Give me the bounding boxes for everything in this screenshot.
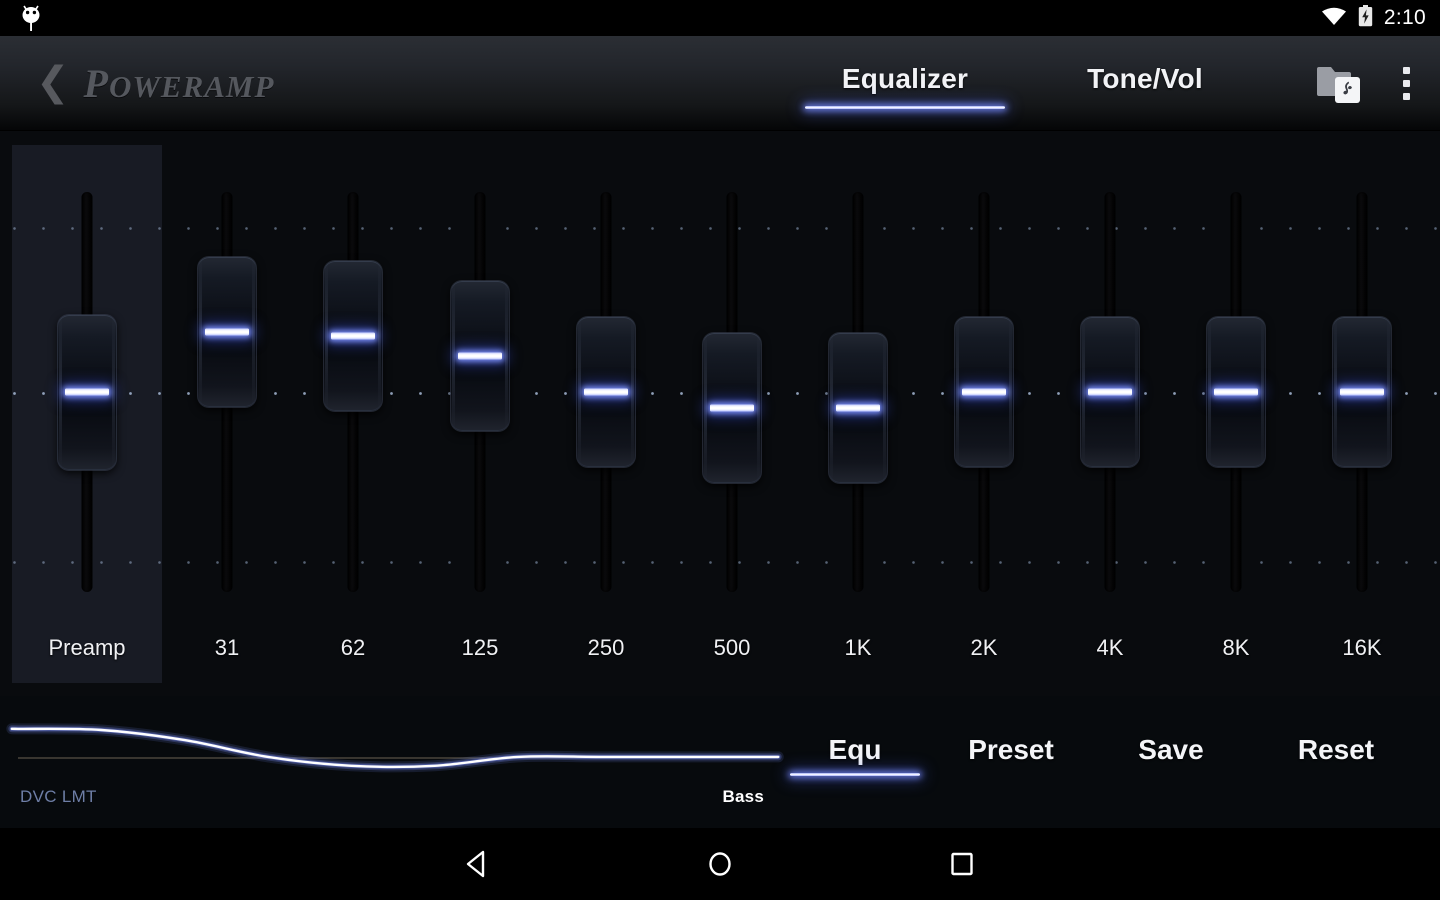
overflow-dot — [1403, 67, 1410, 74]
eq-slider-62[interactable]: 62 — [305, 131, 401, 696]
eq-slider-250[interactable]: 250 — [558, 131, 654, 696]
slider-value-indicator — [710, 404, 754, 412]
slider-thumb[interactable] — [451, 281, 509, 431]
app-logo: POWERAMP — [83, 61, 275, 106]
tab-equalizer-label: Equalizer — [841, 62, 969, 94]
slider-thumb[interactable] — [829, 333, 887, 483]
slider-value-indicator — [331, 332, 375, 340]
eq-slider-16k[interactable]: 16K — [1314, 131, 1410, 696]
battery-charging-icon — [1358, 4, 1373, 32]
eq-band-label-250: 250 — [587, 635, 625, 660]
slider-value-indicator — [1214, 388, 1258, 396]
android-navigation-bar — [0, 828, 1440, 900]
overflow-dot — [1403, 80, 1410, 87]
dvc-lmt-label: DVC LMT — [20, 787, 97, 806]
slider-value-indicator — [458, 352, 502, 360]
eq-band-label-31: 31 — [214, 635, 240, 660]
slider-thumb[interactable] — [198, 257, 256, 407]
tab-equalizer[interactable]: Equalizer — [805, 62, 1005, 109]
bass-label: Bass — [722, 787, 764, 806]
slider-thumb[interactable] — [58, 314, 116, 470]
eq-band-label-2k: 2K — [970, 635, 998, 660]
slider-value-indicator — [836, 404, 880, 412]
slider-thumb[interactable] — [324, 261, 382, 411]
save-button-label: Save — [1138, 734, 1204, 765]
eq-slider-4k[interactable]: 4K — [1062, 131, 1158, 696]
status-bar-right-group: 2:10 — [1321, 0, 1426, 36]
reset-button[interactable]: Reset — [1261, 734, 1411, 776]
tab-tone-vol-label: Tone/Vol — [1087, 62, 1203, 94]
poweramp-equalizer-screen: 2:10 ❮ POWERAMP Equalizer Tone/Vol Pream… — [0, 0, 1440, 900]
overflow-menu-icon[interactable] — [1391, 61, 1422, 106]
preset-button[interactable]: Preset — [936, 734, 1086, 776]
eq-slider-8k[interactable]: 8K — [1188, 131, 1284, 696]
eq-slider-31[interactable]: 31 — [179, 131, 275, 696]
slider-value-indicator — [962, 388, 1006, 396]
header-action-group — [1315, 36, 1422, 131]
back-to-library-button[interactable]: ❮ POWERAMP — [36, 36, 274, 131]
bottom-bar: DVC LMT Bass Equ Preset Save Reset — [0, 696, 1440, 828]
preset-button-label: Preset — [968, 734, 1054, 765]
eq-slider-500[interactable]: 500 — [684, 131, 780, 696]
eq-band-label-62: 62 — [340, 635, 366, 660]
back-triangle-icon — [466, 850, 485, 878]
chevron-left-icon: ❮ — [36, 58, 70, 105]
eq-band-label-16k: 16K — [1342, 635, 1382, 660]
slider-value-indicator — [205, 328, 249, 336]
tab-active-underline — [805, 105, 1005, 109]
android-logo-icon — [14, 2, 48, 34]
slider-value-indicator — [1088, 388, 1132, 396]
eq-band-label-1k: 1K — [844, 635, 872, 660]
status-bar-clock: 2:10 — [1383, 6, 1426, 29]
recents-square-icon — [951, 852, 973, 876]
nav-home-button[interactable] — [645, 828, 795, 900]
slider-thumb[interactable] — [1207, 317, 1265, 467]
tab-tone-vol[interactable]: Tone/Vol — [1045, 63, 1245, 105]
wifi-icon — [1321, 6, 1347, 31]
bottom-button-group: Equ Preset Save Reset — [786, 696, 1440, 828]
equalizer-band-sliders: Preamp 31 62 125 250 500 1K 2K 4K 8K 16K — [0, 131, 1440, 696]
slider-thumb[interactable] — [955, 317, 1013, 467]
eq-slider-2k[interactable]: 2K — [936, 131, 1032, 696]
eq-response-curve-svg — [6, 723, 784, 773]
slider-value-indicator — [1340, 388, 1384, 396]
folder-music-icon[interactable] — [1315, 61, 1367, 107]
reset-button-label: Reset — [1297, 734, 1375, 765]
equalizer-panel: Preamp 31 62 125 250 500 1K 2K 4K 8K 16K — [0, 131, 1440, 696]
slider-value-indicator — [584, 388, 628, 396]
equ-button[interactable]: Equ — [790, 734, 920, 776]
save-button[interactable]: Save — [1106, 734, 1236, 776]
eq-band-label-8k: 8K — [1222, 635, 1250, 660]
overflow-dot — [1403, 93, 1410, 100]
equ-button-label: Equ — [828, 734, 882, 765]
slider-thumb[interactable] — [1081, 317, 1139, 467]
slider-thumb[interactable] — [1333, 317, 1391, 467]
eq-slider-1k[interactable]: 1K — [810, 131, 906, 696]
nav-back-button[interactable] — [403, 828, 553, 900]
slider-thumb[interactable] — [703, 333, 761, 483]
eq-response-curve[interactable]: DVC LMT Bass — [0, 696, 786, 828]
eq-band-label-4k: 4K — [1096, 635, 1124, 660]
nav-recents-button[interactable] — [887, 828, 1037, 900]
eq-band-label-500: 500 — [713, 635, 751, 660]
equ-active-underline — [790, 773, 920, 776]
eq-band-label-preamp: Preamp — [48, 635, 126, 660]
slider-thumb[interactable] — [577, 317, 635, 467]
app-header: ❮ POWERAMP Equalizer Tone/Vol — [0, 36, 1440, 131]
home-circle-icon — [709, 852, 731, 876]
eq-band-label-125: 125 — [461, 635, 499, 660]
slider-value-indicator — [65, 388, 109, 396]
eq-slider-125[interactable]: 125 — [432, 131, 528, 696]
eq-slider-preamp[interactable]: Preamp — [39, 131, 135, 696]
android-status-bar: 2:10 — [0, 0, 1440, 36]
